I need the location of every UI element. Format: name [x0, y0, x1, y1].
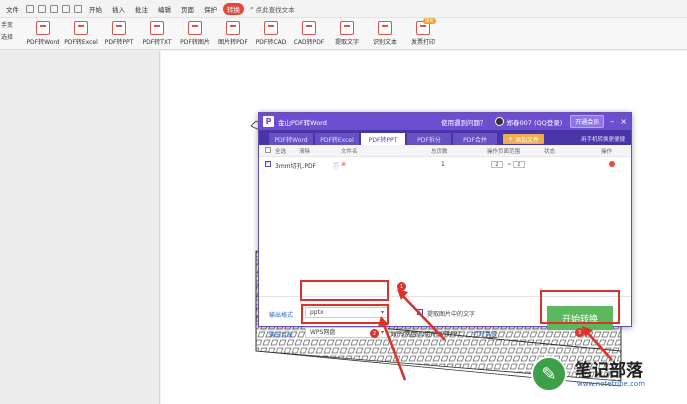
watermark: ✎ 笔记部落 www.notetribe.com: [521, 350, 687, 404]
arrow-1: [399, 292, 446, 341]
pen-logo-icon: ✎: [531, 356, 567, 392]
arrow-2: [381, 321, 407, 381]
arrowhead-2: [378, 316, 389, 327]
annotation-arrows: [378, 289, 613, 381]
watermark-text: 笔记部落: [575, 361, 643, 381]
watermark-url: www.notetribe.com: [577, 380, 646, 388]
